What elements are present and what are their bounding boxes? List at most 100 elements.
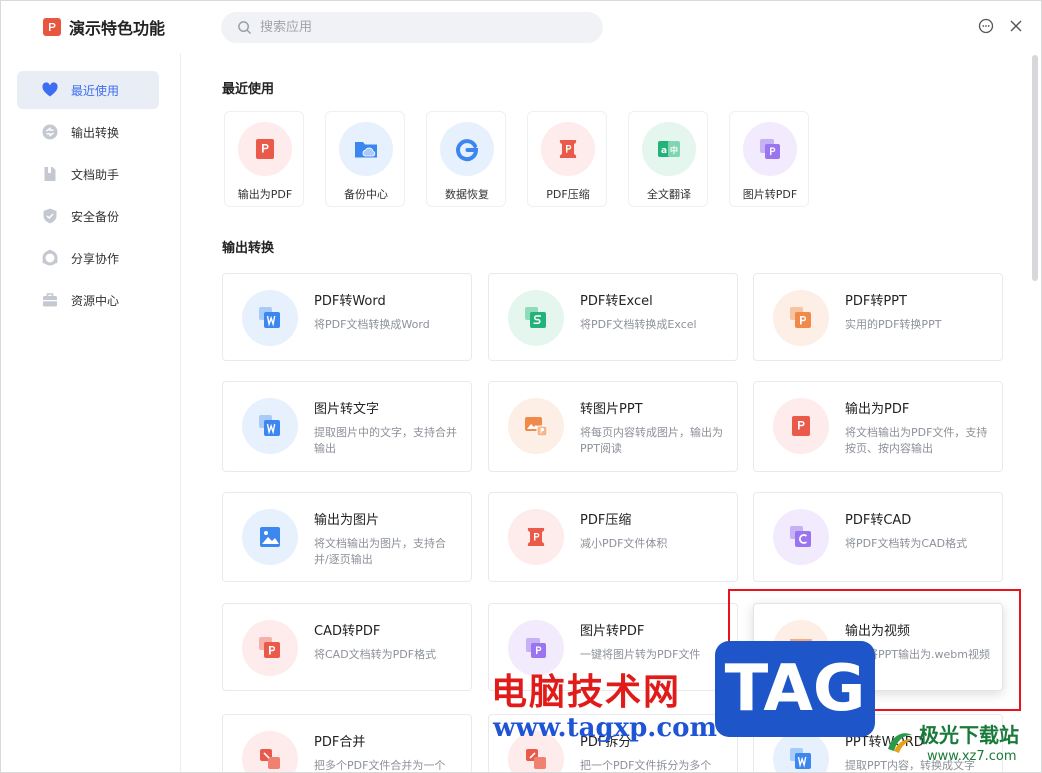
card-description: 把多个PDF文件合并为一个 <box>314 759 446 772</box>
watermark-tag-logo: TAG <box>715 641 875 737</box>
pdf-compress-icon <box>541 122 595 176</box>
title-bar: 演示特色功能 <box>1 1 1041 53</box>
section-title-convert: 输出转换 <box>222 241 275 256</box>
svg-text:a: a <box>661 146 667 156</box>
card-pdf-to-cad[interactable]: PDF转CAD 将PDF文档转为CAD格式 <box>753 492 1003 582</box>
card-description: 减小PDF文件体积 <box>580 537 668 550</box>
card-title: 图片转文字 <box>314 402 380 417</box>
card-export-image[interactable]: 输出为图片 将文档输出为图片，支持合并/逐页输出 <box>222 492 472 582</box>
section-title-recent: 最近使用 <box>222 82 275 97</box>
aurora-logo-icon <box>888 733 912 753</box>
watermark-site: 极光下载站 www.xz7.com <box>881 717 1041 772</box>
card-description: 实用的PDF转换PPT <box>845 318 942 331</box>
feedback-button[interactable] <box>977 17 995 35</box>
search-input[interactable] <box>260 20 580 35</box>
card-to-image-ppt[interactable]: 转图片PPT 将每页内容转成图片，输出为PPT阅读 <box>488 381 738 472</box>
recent-item-label: 全文翻译 <box>647 188 691 201</box>
watermark-site-url: www.xz7.com <box>927 749 1017 764</box>
recent-item-export-pdf[interactable]: 输出为PDF <box>224 111 304 207</box>
document-icon <box>44 167 56 181</box>
card-title: 转图片PPT <box>580 402 643 417</box>
share-icon <box>42 249 58 266</box>
sidebar-item-share[interactable]: 分享协作 <box>17 239 159 277</box>
close-button[interactable] <box>1007 17 1025 35</box>
card-description: 将CAD文档转为PDF格式 <box>314 648 437 661</box>
card-export-pdf[interactable]: 输出为PDF 将文档输出为PDF文件，支持按页、按内容输出 <box>753 381 1003 472</box>
sidebar-item-convert[interactable]: 输出转换 <box>17 113 159 151</box>
card-image-to-text[interactable]: 图片转文字 提取图片中的文字，支持合并输出 <box>222 381 472 472</box>
pdf-merge-icon <box>242 731 298 772</box>
search-box[interactable] <box>221 12 603 43</box>
card-title: PDF转CAD <box>845 513 912 528</box>
card-description: 将每页内容转成图片，输出为PPT阅读 <box>580 426 723 455</box>
card-pdf-merge[interactable]: PDF合并 把多个PDF文件合并为一个 <box>222 714 472 772</box>
ppt-to-word-icon <box>773 731 829 772</box>
watermark-url: www.tagxp.com <box>493 713 718 743</box>
recent-item-label: 输出为PDF <box>237 188 293 201</box>
recent-item-label: 图片转PDF <box>742 188 798 201</box>
card-title: CAD转PDF <box>314 624 381 639</box>
pdf-to-word-icon <box>242 290 298 346</box>
card-description: 将文档输出为图片，支持合并/逐页输出 <box>314 537 446 566</box>
card-description: 提取图片中的文字，支持合并输出 <box>314 426 457 455</box>
sidebar-item-backup[interactable]: 安全备份 <box>17 197 159 235</box>
recent-item-data-recovery[interactable]: 数据恢复 <box>426 111 506 207</box>
card-title: 图片转PDF <box>580 624 645 639</box>
watermark-tag-text: TAG <box>724 652 866 726</box>
sidebar-item-label: 最近使用 <box>71 83 120 98</box>
recent-item-backup-center[interactable]: 备份中心 <box>325 111 405 207</box>
svg-text:中: 中 <box>670 145 678 155</box>
card-description: 将PDF文档转为CAD格式 <box>845 537 968 550</box>
card-title: PDF压缩 <box>580 513 632 528</box>
image-to-text-icon <box>242 398 298 454</box>
cad-to-pdf-icon <box>242 620 298 676</box>
briefcase-icon <box>43 293 57 307</box>
card-pdf-to-word[interactable]: PDF转Word 将PDF文档转换成Word <box>222 273 472 361</box>
search-icon <box>238 21 251 34</box>
watermark-site-name: 极光下载站 <box>919 723 1019 747</box>
card-pdf-to-ppt[interactable]: PDF转PPT 实用的PDF转换PPT <box>753 273 1003 361</box>
convert-icon <box>42 124 58 140</box>
card-title: 输出为视频 <box>845 624 911 639</box>
app-title: 演示特色功能 <box>69 19 166 38</box>
sidebar-item-label: 资源中心 <box>71 293 120 308</box>
sidebar-item-resources[interactable]: 资源中心 <box>17 281 159 319</box>
sidebar-item-doc-assistant[interactable]: 文档助手 <box>17 155 159 193</box>
recent-item-image-to-pdf[interactable]: 图片转PDF <box>729 111 809 207</box>
card-description: 将PDF文档转换成Word <box>314 318 430 331</box>
export-pdf-icon <box>773 398 829 454</box>
sidebar-item-label: 输出转换 <box>71 125 120 140</box>
sidebar-item-label: 分享协作 <box>71 251 120 266</box>
card-description: 一键将图片转为PDF文件 <box>580 648 701 661</box>
card-title: PDF转Word <box>314 294 386 309</box>
sidebar-item-recent[interactable]: 最近使用 <box>17 71 159 109</box>
image-to-pdf-icon <box>743 122 797 176</box>
sidebar-item-label: 文档助手 <box>71 167 120 182</box>
pdf-to-ppt-icon <box>773 290 829 346</box>
app-window: 演示特色功能 最近使用 输出转换 文档助手 安全备份 <box>0 0 1042 773</box>
translate-icon: a中 <box>642 122 696 176</box>
watermark-text: 电脑技术网 <box>491 672 682 713</box>
pdf-to-excel-icon <box>508 290 564 346</box>
card-title: 输出为PDF <box>845 402 910 417</box>
card-pdf-to-excel[interactable]: PDF转Excel 将PDF文档转换成Excel <box>488 273 738 361</box>
scroll-thumb[interactable] <box>1032 55 1038 281</box>
card-description: 将PDF文档转换成Excel <box>580 318 697 331</box>
export-image-icon <box>242 509 298 565</box>
card-title: 输出为图片 <box>314 513 380 528</box>
card-cad-to-pdf[interactable]: CAD转PDF 将CAD文档转为PDF格式 <box>222 603 472 691</box>
export-pdf-icon <box>238 122 292 176</box>
recent-item-translate[interactable]: a中 全文翻译 <box>628 111 708 207</box>
recent-item-pdf-compress[interactable]: PDF压缩 <box>527 111 607 207</box>
card-title: PDF转PPT <box>845 294 907 309</box>
card-description: 将文档输出为PDF文件，支持按页、按内容输出 <box>845 426 988 455</box>
to-image-ppt-icon <box>508 398 564 454</box>
cloud-folder-icon <box>339 122 393 176</box>
chat-bubble-icon <box>978 18 994 34</box>
vertical-scrollbar[interactable] <box>1029 53 1041 772</box>
card-pdf-compress[interactable]: PDF压缩 减小PDF文件体积 <box>488 492 738 582</box>
recent-item-label: 数据恢复 <box>445 188 489 201</box>
sidebar-item-label: 安全备份 <box>71 209 120 224</box>
recent-item-label: 备份中心 <box>344 188 388 201</box>
recent-item-label: PDF压缩 <box>546 188 590 201</box>
